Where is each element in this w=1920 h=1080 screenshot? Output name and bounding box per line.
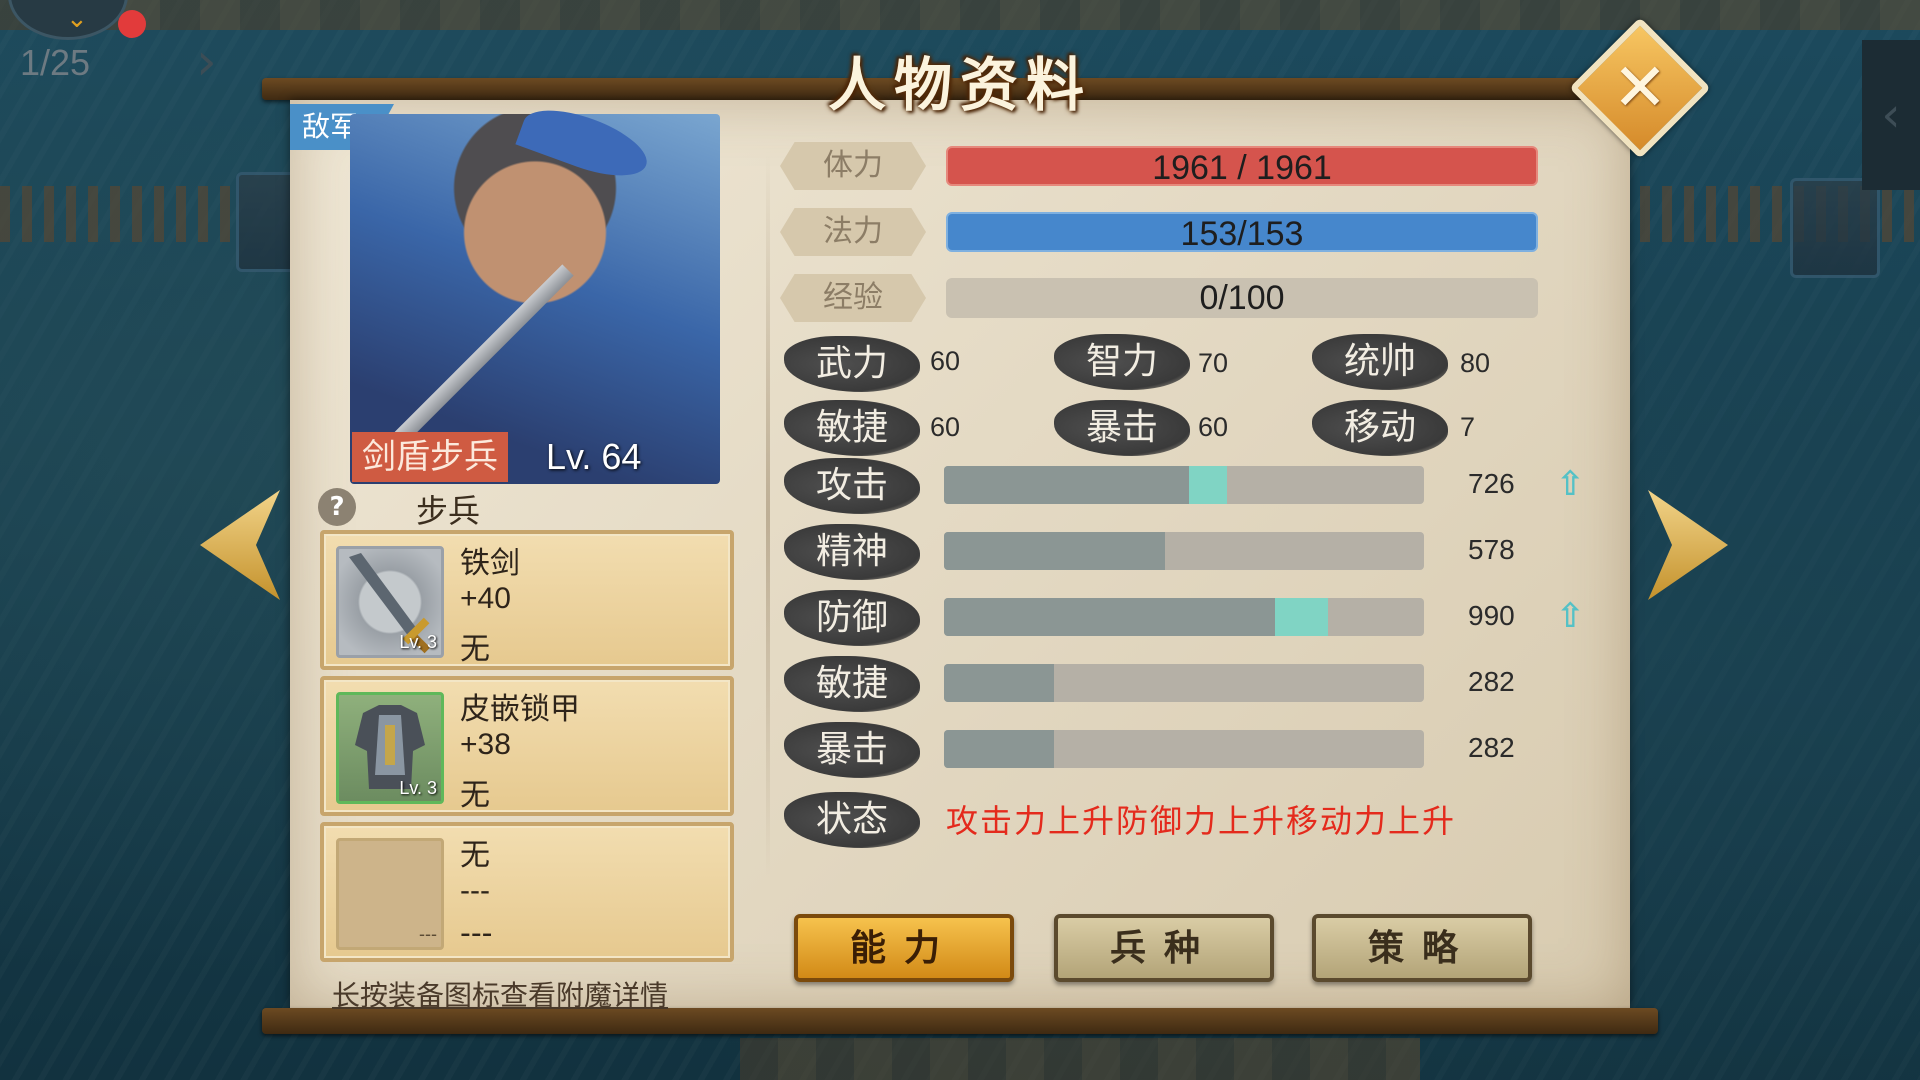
unit-type: 步兵 [416, 492, 481, 530]
equipment-name: 皮嵌锁甲 [460, 692, 580, 727]
equipment-enchant: 无 [460, 632, 490, 667]
equipment-level: --- [419, 924, 437, 944]
fence-left [0, 186, 240, 242]
equipment-enchant: 无 [460, 778, 490, 813]
xp-label: 经验 [780, 274, 926, 322]
stat-value: 282 [1468, 732, 1515, 763]
shore-bottom [740, 1038, 1420, 1080]
attr-value: 7 [1460, 412, 1476, 442]
stat-bar-fill [944, 664, 1055, 702]
equipment-name: 无 [460, 838, 490, 873]
panel-title: 人物资料 [827, 51, 1092, 119]
hp-label: 体力 [780, 142, 926, 190]
stat-up-arrow-icon: ⇧ [1556, 596, 1585, 636]
side-panel-tab[interactable]: ‹ [1862, 40, 1920, 190]
stat-bar-boost [1188, 466, 1228, 504]
stat-bar [944, 466, 1424, 504]
equipment-level: Lv. 3 [399, 632, 437, 652]
unit-class: 剑盾步兵 [352, 432, 508, 482]
status-effects: 攻击力上升防御力上升移动力上升 [946, 802, 1457, 840]
equipment-slot-accessory[interactable]: --- 无 --- --- [320, 822, 734, 962]
attr-value: 60 [930, 346, 961, 376]
help-icon[interactable]: ? [318, 488, 356, 526]
hp-bar: 1961 / 1961 [946, 146, 1538, 187]
notification-dot [118, 10, 146, 38]
chevron-down-icon[interactable]: ⌄ [66, 6, 88, 32]
mp-label: 法力 [780, 208, 926, 256]
stat-bar [944, 664, 1424, 702]
turn-counter: 1/25 [20, 42, 91, 83]
attr-value: 60 [1198, 412, 1229, 442]
unit-level: Lv. 64 [546, 436, 642, 477]
tab-strategy[interactable]: 策略 [1312, 914, 1532, 982]
tab-troop-type[interactable]: 兵种 [1054, 914, 1274, 982]
stat-value: 578 [1468, 534, 1515, 565]
stat-bar [944, 598, 1424, 636]
attr-value: 70 [1198, 348, 1229, 378]
tab-ability[interactable]: 能力 [794, 914, 1014, 982]
attr-value: 80 [1460, 348, 1491, 378]
chevron-right-icon[interactable]: › [196, 32, 217, 92]
equipment-bonus: --- [460, 874, 490, 907]
stat-value: 282 [1468, 666, 1515, 697]
equipment-enchant: --- [460, 916, 493, 951]
stat-value: 990 [1468, 600, 1515, 631]
leather-chainmail-icon[interactable]: Lv. 3 [336, 692, 444, 804]
stat-bar-fill [944, 466, 1189, 504]
stat-bar [944, 532, 1424, 570]
mp-bar: 153/153 [946, 212, 1538, 253]
xp-bar: 0/100 [946, 278, 1538, 318]
equipment-bonus: +38 [460, 728, 511, 761]
empty-slot-icon[interactable]: --- [336, 838, 444, 950]
stat-bar-fill [944, 532, 1165, 570]
equipment-bonus: +40 [460, 582, 511, 615]
equipment-name: 铁剑 [460, 546, 520, 581]
equipment-hint: 长按装备图标查看附魔详情 [332, 979, 669, 1012]
close-icon[interactable]: ✕ [1590, 38, 1690, 138]
stat-value: 726 [1468, 468, 1515, 499]
column-divider [766, 150, 770, 880]
ship-right [1790, 178, 1880, 278]
equipment-slot-armor[interactable]: Lv. 3 皮嵌锁甲 +38 无 [320, 676, 734, 816]
stat-bar-fill [944, 730, 1055, 768]
equipment-slot-weapon[interactable]: Lv. 3 铁剑 +40 无 [320, 530, 734, 670]
stat-bar [944, 730, 1424, 768]
attr-value: 60 [930, 412, 961, 442]
iron-sword-icon[interactable]: Lv. 3 [336, 546, 444, 658]
stat-bar-fill [944, 598, 1276, 636]
equipment-level: Lv. 3 [399, 778, 437, 798]
stat-up-arrow-icon: ⇧ [1556, 464, 1585, 504]
stat-bar-boost [1275, 598, 1328, 636]
